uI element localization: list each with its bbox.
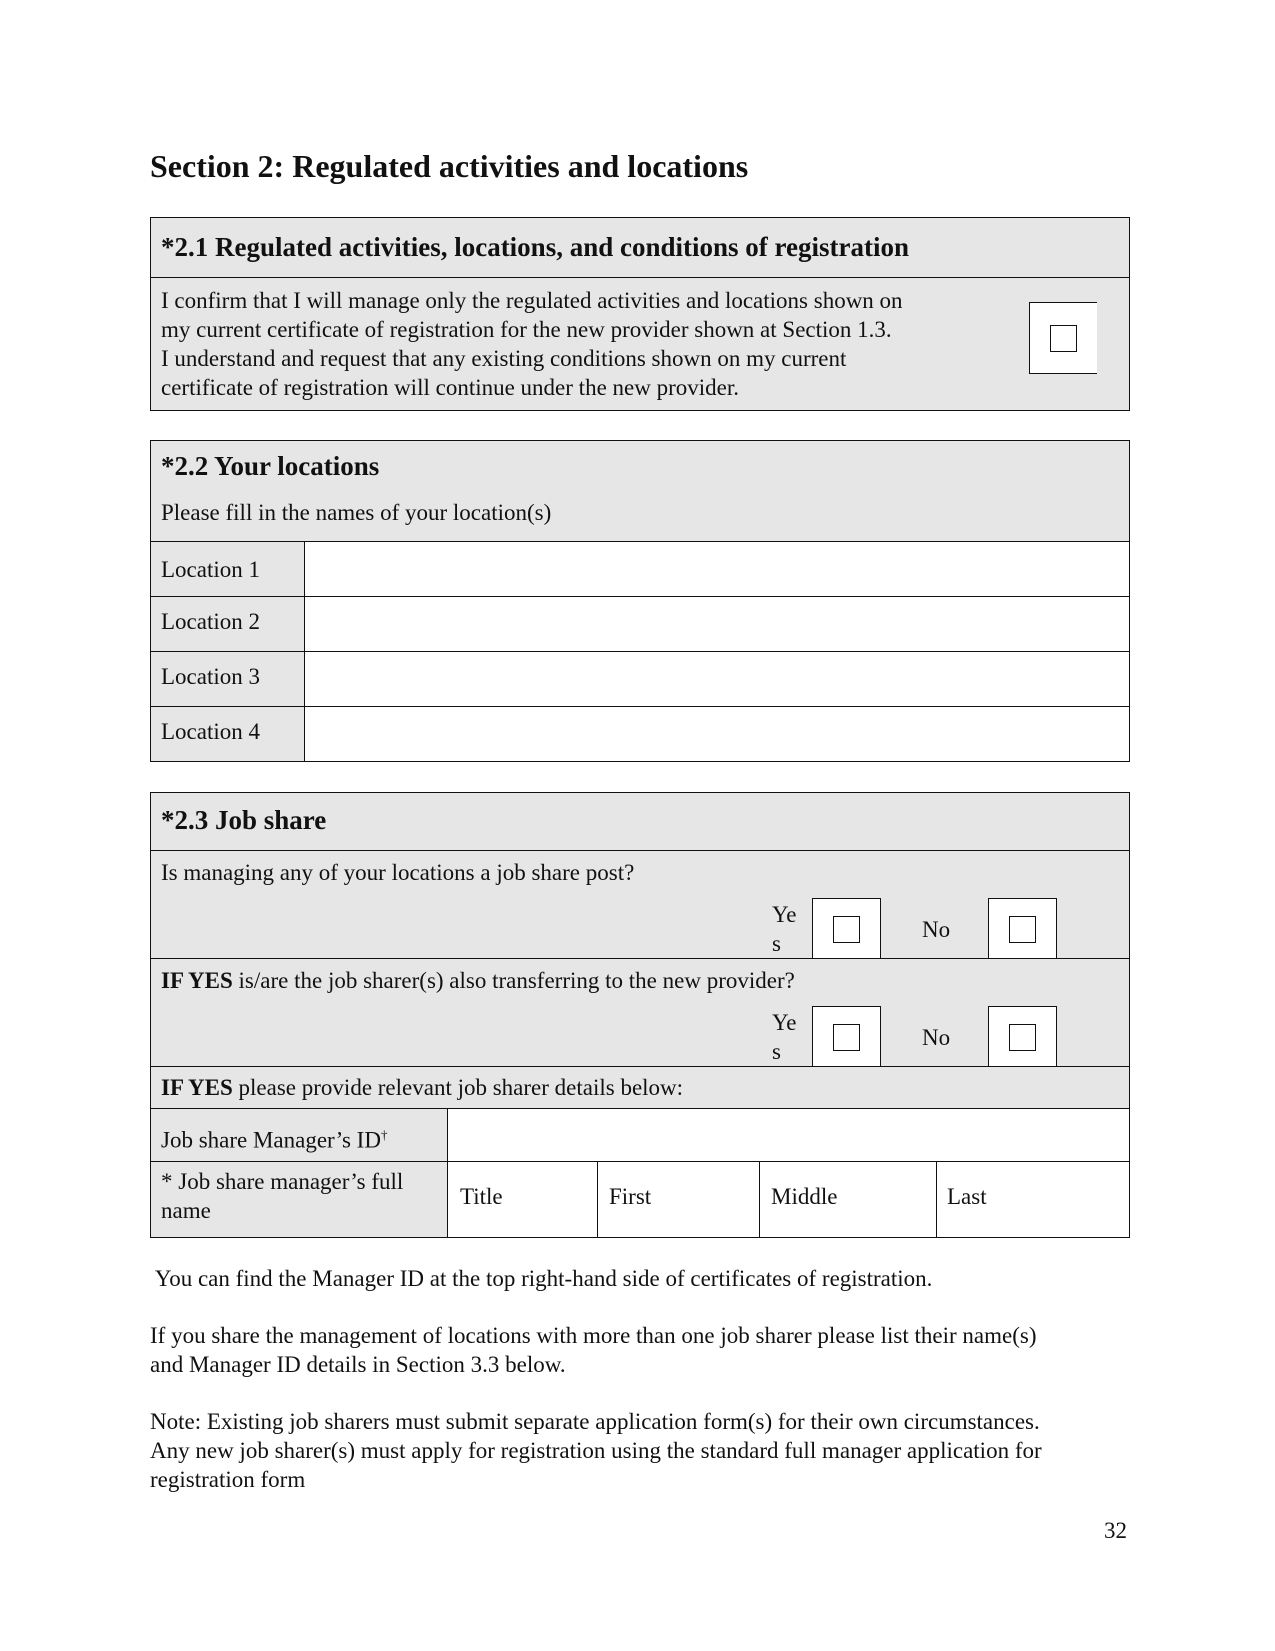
divider [151, 850, 1129, 851]
section-2-2-table: *2.2 Your locations Please fill in the n… [150, 440, 1130, 762]
q1-yes-frame [812, 898, 881, 958]
full-name-label-2: name [161, 1198, 211, 1223]
location-2-label: Location 2 [161, 609, 260, 634]
section-2-3-heading: *2.3 Job share [161, 805, 327, 835]
confirm-checkbox[interactable] [1050, 325, 1077, 352]
section-2-2-subheading: Please fill in the names of your locatio… [161, 500, 552, 525]
details-instruction: IF YES please provide relevant job share… [161, 1073, 683, 1102]
column-divider [304, 541, 305, 761]
existing-sharers-note-line-2: Any new job sharer(s) must apply for reg… [150, 1438, 1042, 1463]
confirm-line-4: certificate of registration will continu… [161, 375, 739, 400]
q2-yes-frame [812, 1006, 881, 1066]
details-instruction-text: please provide relevant job sharer detai… [232, 1075, 684, 1100]
manager-id-label: Job share Manager’s ID† [161, 1120, 387, 1155]
q1-no-label: No [922, 917, 951, 942]
manager-id-note: You can find the Manager ID at the top r… [150, 1266, 933, 1291]
q2-yes-label-1: Ye [772, 1010, 797, 1035]
q1-yes-checkbox[interactable] [833, 916, 860, 943]
column-divider [936, 1161, 937, 1237]
section-2-3-table: *2.3 Job share Is managing any of your l… [150, 792, 1130, 1238]
location-4-label: Location 4 [161, 719, 260, 744]
q1-no-frame [988, 898, 1057, 958]
confirm-line-3: I understand and request that any existi… [161, 346, 847, 371]
confirm-line-1: I confirm that I will manage only the re… [161, 288, 903, 313]
full-name-label-1: * Job share manager’s full [161, 1169, 404, 1194]
q1-yes-label-1: Ye [772, 902, 797, 927]
location-2-input[interactable] [305, 597, 1129, 651]
location-3-input[interactable] [305, 652, 1129, 706]
column-divider [447, 1108, 448, 1237]
page-number: 32 [1104, 1518, 1127, 1543]
section-2-1-table: *2.1 Regulated activities, locations, an… [150, 217, 1130, 411]
confirm-checkbox-frame [1029, 302, 1097, 374]
existing-sharers-note-line-3: registration form [150, 1467, 306, 1492]
q1-yes-label-2: s [772, 931, 781, 956]
name-middle-field[interactable]: Middle [771, 1182, 837, 1211]
q1-no-checkbox[interactable] [1009, 916, 1036, 943]
name-first-field[interactable]: First [609, 1182, 651, 1211]
q2-no-label: No [922, 1025, 951, 1050]
divider [151, 1066, 1129, 1067]
confirm-line-2: my current certificate of registration f… [161, 317, 892, 342]
existing-sharers-note-line-1: Note: Existing job sharers must submit s… [150, 1409, 1040, 1434]
section-2-2-heading: *2.2 Your locations [161, 451, 380, 481]
location-1-label: Location 1 [161, 557, 260, 582]
location-3-label: Location 3 [161, 664, 260, 689]
q2-no-frame [988, 1006, 1057, 1066]
manager-id-label-text: Job share Manager’s ID [161, 1127, 381, 1153]
job-share-question: Is managing any of your locations a job … [161, 860, 635, 885]
multi-sharer-note-line-2: and Manager ID details in Section 3.3 be… [150, 1352, 566, 1377]
if-yes-label: IF YES [161, 1075, 233, 1100]
name-title-field[interactable]: Title [460, 1182, 503, 1211]
divider [151, 958, 1129, 959]
transfer-question-text: is/are the job sharer(s) also transferri… [232, 968, 795, 993]
q2-yes-label-2: s [772, 1039, 781, 1064]
name-last-field[interactable]: Last [947, 1182, 987, 1211]
if-yes-label: IF YES [161, 968, 233, 993]
manager-id-input[interactable] [448, 1109, 1129, 1161]
q2-yes-checkbox[interactable] [833, 1024, 860, 1051]
location-1-input[interactable] [305, 542, 1129, 596]
divider [151, 277, 1129, 278]
section-title: Section 2: Regulated activities and loca… [150, 148, 749, 184]
dagger-footnote-mark: † [380, 1127, 388, 1142]
column-divider [759, 1161, 760, 1237]
q2-no-checkbox[interactable] [1009, 1024, 1036, 1051]
transfer-question: IF YES is/are the job sharer(s) also tra… [161, 966, 795, 995]
column-divider [597, 1161, 598, 1237]
location-4-input[interactable] [305, 707, 1129, 761]
section-2-1-heading: *2.1 Regulated activities, locations, an… [161, 232, 909, 262]
multi-sharer-note-line-1: If you share the management of locations… [150, 1323, 1037, 1348]
